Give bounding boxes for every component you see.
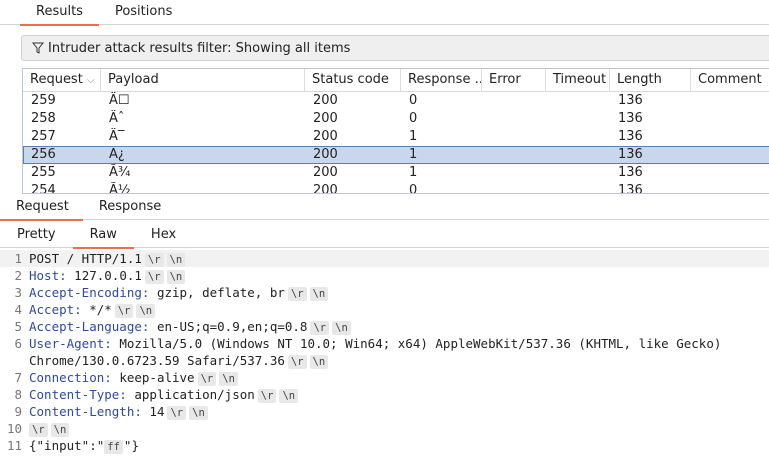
header-name: User-Agent: [29,336,112,351]
results-table: Request ⌵ Payload Status code Response .… [22,68,769,194]
column-header-length[interactable]: Length [610,69,691,91]
header-name: Accept-Language: [29,319,150,334]
header-name: Connection: [29,370,112,385]
column-header-error[interactable]: Error [482,69,546,91]
line-number: 8 [14,387,22,402]
table-body: 259 Ä☐ 200 0 136 258 Äˆ 200 0 136 257 Ä‾… [23,92,769,193]
editor-line: 5 Accept-Language: en-US;q=0.9,en;q=0.8 \… [0,318,769,335]
cr-marker: \r [257,389,277,403]
tab-pretty[interactable]: Pretty [0,223,73,247]
editor-line: 6 User-Agent: Mozilla/5.0 (Windows NT 10… [0,335,769,352]
cr-marker: \r [144,270,164,284]
column-header-response[interactable]: Response ... [401,69,482,91]
tab-raw[interactable]: Raw [72,223,134,249]
lf-marker: \n [309,287,329,301]
tab-request[interactable]: Request [0,195,83,221]
line-number: 5 [14,319,22,334]
editor-line: 3 Accept-Encoding: gzip, deflate, br \r \n [0,284,769,301]
editor-line: 7 Connection: keep-alive \r \n [0,369,769,386]
header-name: Host: [29,268,67,283]
header-value: Mozilla/5.0 (Windows NT 10.0; Win64; x64… [111,336,722,351]
table-row[interactable]: 257 Ä‾ 200 1 136 [23,128,769,146]
body-text: {"input":" [29,438,105,453]
header-value: en-US;q=0.9,en;q=0.8 [149,319,308,334]
cr-marker: \r [310,321,330,335]
line-number: 6 [14,336,22,351]
editor-line: 2 Host: 127.0.0.1 \r \n [0,267,769,284]
sort-chevron-icon: ⌵ [86,75,95,86]
cr-marker: \r [29,423,48,437]
request-editor[interactable]: 1 POST / HTTP/1.1 \r \n 2 Host: 127.0.0.1 \… [0,250,769,464]
table-row[interactable]: 259 Ä☐ 200 0 136 [23,92,769,110]
cr-marker: \r [144,253,164,267]
view-tab-bar: Pretty Raw Hex [0,223,769,249]
column-header-status[interactable]: Status code [305,69,401,91]
editor-line-wrapped: Chrome/130.0.6723.59 Safari/537.36 \r \n [0,352,769,369]
table-row[interactable]: 254 Ã½ 200 0 136 [23,182,769,193]
header-name: Accept: [29,302,82,317]
lf-marker: \n [50,423,70,437]
request-line: POST / HTTP/1.1 [29,251,142,266]
editor-line: 1 POST / HTTP/1.1 \r \n [0,250,769,267]
table-row[interactable]: 255 Ã¾ 200 1 136 [23,164,769,182]
header-value: 127.0.0.1 [66,268,142,283]
editor-line: 10 \r \n [0,420,769,437]
header-value: */* [81,302,112,317]
header-value: keep-alive [111,370,195,385]
lf-marker: \n [189,406,208,420]
line-number: 1 [14,251,22,266]
editor-line: 4 Accept: */* \r \n [0,301,769,318]
tab-hex[interactable]: Hex [134,223,193,247]
cr-marker: \r [287,355,307,369]
column-header-payload[interactable]: Payload [101,69,305,91]
lf-marker: \n [136,304,156,318]
message-tab-bar: Request Response [0,195,769,221]
tab-results[interactable]: Results [20,0,99,26]
cr-marker: \r [167,406,187,420]
column-header-timeout[interactable]: Timeout [546,69,610,91]
lf-marker: \n [332,321,351,335]
results-filter-bar[interactable]: Intruder attack results filter: Showing … [21,35,769,61]
filter-icon [32,42,44,54]
cr-marker: \r [287,287,307,301]
line-number: 9 [14,404,22,419]
line-number: 4 [14,302,22,317]
body-text-end: "} [123,438,139,453]
column-header-request[interactable]: Request ⌵ [23,69,101,91]
editor-line: 11 {"input":" ff "} [0,437,769,454]
line-number: 7 [14,370,22,385]
table-row[interactable]: 258 Äˆ 200 0 136 [23,110,769,128]
results-tab-bar: Results Positions [0,0,769,26]
cr-marker: \r [197,372,217,386]
tab-response[interactable]: Response [83,195,175,219]
header-value: 14 [141,404,165,419]
editor-line: 9 Content-Length: 14 \r \n [0,403,769,420]
lf-marker: \n [166,270,186,284]
header-name: Content-Length: [29,404,142,419]
header-name: Accept-Encoding: [29,285,150,300]
line-number: 2 [14,268,22,283]
table-header: Request ⌵ Payload Status code Response .… [23,69,769,92]
lf-marker: \n [219,372,238,386]
table-row-selected[interactable]: 256 Ã¿ 200 1 136 [23,146,769,164]
tab-positions[interactable]: Positions [99,0,188,24]
lf-marker: \n [279,389,299,403]
header-value: application/json [126,387,255,402]
lf-marker: \n [166,253,186,267]
lf-marker: \n [309,355,329,369]
line-number: 10 [6,421,22,436]
header-name: Content-Type: [29,387,127,402]
line-number: 11 [6,438,22,453]
cr-marker: \r [114,304,134,318]
column-header-comment[interactable]: Comment [691,69,769,91]
line-number: 3 [14,285,22,300]
editor-line: 8 Content-Type: application/json \r \n [0,386,769,403]
header-value: gzip, deflate, br [149,285,285,300]
header-value-continued: Chrome/130.0.6723.59 Safari/537.36 [29,353,285,368]
payload-token: ff [104,440,123,454]
filter-label: Intruder attack results filter: Showing … [48,40,351,56]
